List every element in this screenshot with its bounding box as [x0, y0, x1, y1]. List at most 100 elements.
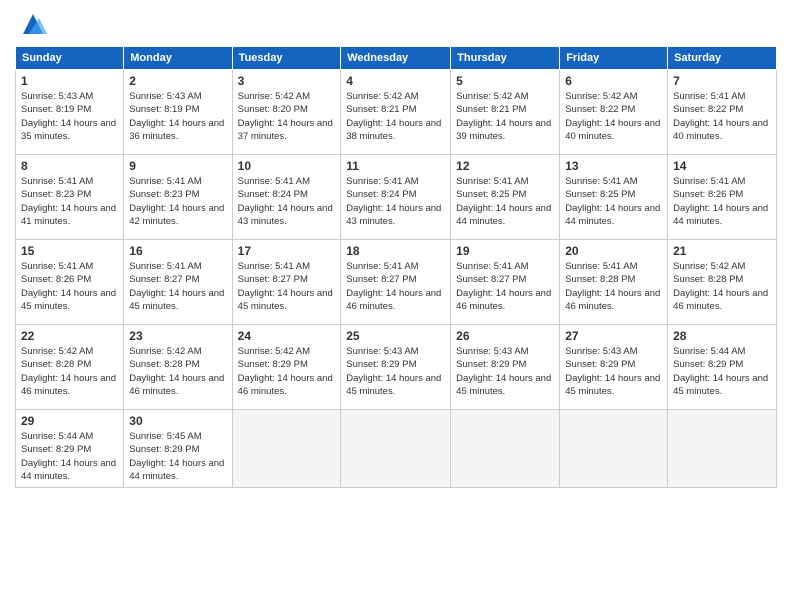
day-info: Sunrise: 5:45 AMSunset: 8:29 PMDaylight:… — [129, 431, 224, 482]
day-info: Sunrise: 5:44 AMSunset: 8:29 PMDaylight:… — [21, 431, 116, 482]
day-number: 20 — [565, 244, 662, 258]
day-info: Sunrise: 5:42 AMSunset: 8:28 PMDaylight:… — [673, 261, 768, 312]
day-number: 5 — [456, 74, 554, 88]
day-number: 1 — [21, 74, 118, 88]
day-info: Sunrise: 5:43 AMSunset: 8:29 PMDaylight:… — [565, 346, 660, 397]
page: Sunday Monday Tuesday Wednesday Thursday… — [0, 0, 792, 612]
calendar-cell: 12 Sunrise: 5:41 AMSunset: 8:25 PMDaylig… — [451, 155, 560, 240]
day-info: Sunrise: 5:41 AMSunset: 8:26 PMDaylight:… — [673, 176, 768, 227]
calendar-cell: 25 Sunrise: 5:43 AMSunset: 8:29 PMDaylig… — [341, 325, 451, 410]
day-info: Sunrise: 5:42 AMSunset: 8:29 PMDaylight:… — [238, 346, 333, 397]
day-number: 25 — [346, 329, 445, 343]
calendar-table: Sunday Monday Tuesday Wednesday Thursday… — [15, 46, 777, 488]
calendar-cell: 19 Sunrise: 5:41 AMSunset: 8:27 PMDaylig… — [451, 240, 560, 325]
col-sunday: Sunday — [16, 47, 124, 70]
calendar-cell: 8 Sunrise: 5:41 AMSunset: 8:23 PMDayligh… — [16, 155, 124, 240]
logo-icon — [19, 10, 47, 38]
calendar-cell: 15 Sunrise: 5:41 AMSunset: 8:26 PMDaylig… — [16, 240, 124, 325]
day-info: Sunrise: 5:42 AMSunset: 8:21 PMDaylight:… — [456, 91, 551, 142]
calendar-cell: 5 Sunrise: 5:42 AMSunset: 8:21 PMDayligh… — [451, 70, 560, 155]
day-number: 8 — [21, 159, 118, 173]
day-number: 6 — [565, 74, 662, 88]
calendar-cell: 17 Sunrise: 5:41 AMSunset: 8:27 PMDaylig… — [232, 240, 341, 325]
day-info: Sunrise: 5:43 AMSunset: 8:19 PMDaylight:… — [129, 91, 224, 142]
day-info: Sunrise: 5:42 AMSunset: 8:28 PMDaylight:… — [129, 346, 224, 397]
day-number: 21 — [673, 244, 771, 258]
day-number: 22 — [21, 329, 118, 343]
day-info: Sunrise: 5:43 AMSunset: 8:29 PMDaylight:… — [346, 346, 441, 397]
calendar-cell: 1 Sunrise: 5:43 AMSunset: 8:19 PMDayligh… — [16, 70, 124, 155]
calendar-cell: 28 Sunrise: 5:44 AMSunset: 8:29 PMDaylig… — [668, 325, 777, 410]
calendar-cell — [668, 410, 777, 488]
calendar-cell: 23 Sunrise: 5:42 AMSunset: 8:28 PMDaylig… — [124, 325, 232, 410]
day-info: Sunrise: 5:41 AMSunset: 8:27 PMDaylight:… — [456, 261, 551, 312]
header-row: Sunday Monday Tuesday Wednesday Thursday… — [16, 47, 777, 70]
day-info: Sunrise: 5:42 AMSunset: 8:28 PMDaylight:… — [21, 346, 116, 397]
calendar-cell: 22 Sunrise: 5:42 AMSunset: 8:28 PMDaylig… — [16, 325, 124, 410]
calendar-cell: 9 Sunrise: 5:41 AMSunset: 8:23 PMDayligh… — [124, 155, 232, 240]
day-number: 11 — [346, 159, 445, 173]
day-number: 30 — [129, 414, 226, 428]
day-number: 23 — [129, 329, 226, 343]
day-info: Sunrise: 5:41 AMSunset: 8:23 PMDaylight:… — [129, 176, 224, 227]
day-number: 28 — [673, 329, 771, 343]
day-number: 9 — [129, 159, 226, 173]
col-saturday: Saturday — [668, 47, 777, 70]
calendar-cell: 29 Sunrise: 5:44 AMSunset: 8:29 PMDaylig… — [16, 410, 124, 488]
col-tuesday: Tuesday — [232, 47, 341, 70]
col-thursday: Thursday — [451, 47, 560, 70]
calendar-cell: 26 Sunrise: 5:43 AMSunset: 8:29 PMDaylig… — [451, 325, 560, 410]
calendar-cell — [341, 410, 451, 488]
calendar-cell: 10 Sunrise: 5:41 AMSunset: 8:24 PMDaylig… — [232, 155, 341, 240]
day-info: Sunrise: 5:41 AMSunset: 8:24 PMDaylight:… — [238, 176, 333, 227]
col-monday: Monday — [124, 47, 232, 70]
day-info: Sunrise: 5:41 AMSunset: 8:27 PMDaylight:… — [129, 261, 224, 312]
calendar-cell: 16 Sunrise: 5:41 AMSunset: 8:27 PMDaylig… — [124, 240, 232, 325]
day-info: Sunrise: 5:42 AMSunset: 8:22 PMDaylight:… — [565, 91, 660, 142]
day-info: Sunrise: 5:41 AMSunset: 8:25 PMDaylight:… — [565, 176, 660, 227]
day-number: 24 — [238, 329, 336, 343]
day-info: Sunrise: 5:43 AMSunset: 8:29 PMDaylight:… — [456, 346, 551, 397]
calendar-cell: 30 Sunrise: 5:45 AMSunset: 8:29 PMDaylig… — [124, 410, 232, 488]
day-info: Sunrise: 5:41 AMSunset: 8:23 PMDaylight:… — [21, 176, 116, 227]
calendar-cell: 11 Sunrise: 5:41 AMSunset: 8:24 PMDaylig… — [341, 155, 451, 240]
day-info: Sunrise: 5:41 AMSunset: 8:27 PMDaylight:… — [238, 261, 333, 312]
day-number: 12 — [456, 159, 554, 173]
day-number: 13 — [565, 159, 662, 173]
day-number: 4 — [346, 74, 445, 88]
day-number: 16 — [129, 244, 226, 258]
calendar-cell: 4 Sunrise: 5:42 AMSunset: 8:21 PMDayligh… — [341, 70, 451, 155]
day-info: Sunrise: 5:44 AMSunset: 8:29 PMDaylight:… — [673, 346, 768, 397]
calendar-cell: 3 Sunrise: 5:42 AMSunset: 8:20 PMDayligh… — [232, 70, 341, 155]
calendar-cell: 2 Sunrise: 5:43 AMSunset: 8:19 PMDayligh… — [124, 70, 232, 155]
day-info: Sunrise: 5:42 AMSunset: 8:21 PMDaylight:… — [346, 91, 441, 142]
day-info: Sunrise: 5:41 AMSunset: 8:24 PMDaylight:… — [346, 176, 441, 227]
day-number: 26 — [456, 329, 554, 343]
day-number: 10 — [238, 159, 336, 173]
day-info: Sunrise: 5:41 AMSunset: 8:22 PMDaylight:… — [673, 91, 768, 142]
logo — [15, 10, 47, 38]
calendar-cell — [451, 410, 560, 488]
day-number: 3 — [238, 74, 336, 88]
calendar-cell: 27 Sunrise: 5:43 AMSunset: 8:29 PMDaylig… — [560, 325, 668, 410]
col-friday: Friday — [560, 47, 668, 70]
calendar-cell: 24 Sunrise: 5:42 AMSunset: 8:29 PMDaylig… — [232, 325, 341, 410]
day-info: Sunrise: 5:42 AMSunset: 8:20 PMDaylight:… — [238, 91, 333, 142]
day-number: 17 — [238, 244, 336, 258]
col-wednesday: Wednesday — [341, 47, 451, 70]
day-number: 14 — [673, 159, 771, 173]
day-number: 7 — [673, 74, 771, 88]
calendar-cell: 13 Sunrise: 5:41 AMSunset: 8:25 PMDaylig… — [560, 155, 668, 240]
day-info: Sunrise: 5:41 AMSunset: 8:26 PMDaylight:… — [21, 261, 116, 312]
calendar-cell: 21 Sunrise: 5:42 AMSunset: 8:28 PMDaylig… — [668, 240, 777, 325]
calendar-cell: 18 Sunrise: 5:41 AMSunset: 8:27 PMDaylig… — [341, 240, 451, 325]
header — [15, 10, 777, 38]
calendar-cell: 20 Sunrise: 5:41 AMSunset: 8:28 PMDaylig… — [560, 240, 668, 325]
day-number: 18 — [346, 244, 445, 258]
day-number: 27 — [565, 329, 662, 343]
day-number: 15 — [21, 244, 118, 258]
calendar-cell: 7 Sunrise: 5:41 AMSunset: 8:22 PMDayligh… — [668, 70, 777, 155]
calendar-cell — [232, 410, 341, 488]
day-info: Sunrise: 5:41 AMSunset: 8:25 PMDaylight:… — [456, 176, 551, 227]
day-number: 2 — [129, 74, 226, 88]
